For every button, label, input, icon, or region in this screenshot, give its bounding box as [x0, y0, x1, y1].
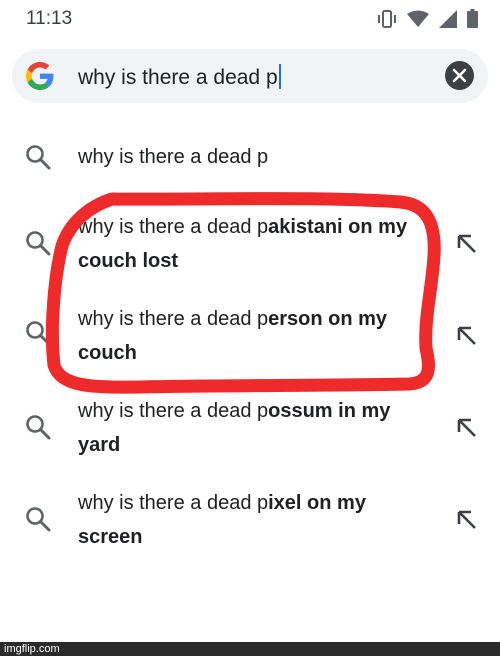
- suggestion-item[interactable]: why is there a dead possum in my yard: [0, 392, 500, 464]
- watermark-bar: imgflip.com: [0, 642, 500, 656]
- suggestion-text: why is there a dead pakistani on my couc…: [78, 216, 408, 272]
- search-icon: [26, 415, 51, 440]
- suggestion-item[interactable]: why is there a dead p: [0, 138, 500, 178]
- arrow-up-left-icon[interactable]: [455, 324, 479, 348]
- arrow-up-left-icon[interactable]: [455, 232, 479, 256]
- search-icon: [26, 507, 51, 532]
- signal-icon: [439, 9, 457, 28]
- search-input[interactable]: why is there a dead p: [78, 64, 281, 90]
- suggestion-item[interactable]: why is there a dead person on my couch: [0, 300, 500, 372]
- google-logo: [26, 62, 54, 90]
- search-icon: [26, 321, 51, 346]
- suggestion-text: why is there a dead possum in my yard: [78, 400, 391, 456]
- clear-button[interactable]: [445, 61, 474, 90]
- suggestion-text: why is there a dead person on my couch: [78, 308, 388, 364]
- search-query: why is there a dead p: [78, 66, 278, 89]
- arrow-up-left-icon[interactable]: [455, 508, 479, 532]
- close-icon: [452, 68, 467, 83]
- suggestion-item[interactable]: why is there a dead pakistani on my couc…: [0, 208, 500, 280]
- suggestion-text: why is there a dead p: [78, 146, 269, 168]
- arrow-up-left-icon[interactable]: [455, 416, 479, 440]
- search-bar[interactable]: why is there a dead p: [12, 49, 488, 103]
- text-caret: [278, 64, 281, 89]
- suggestion-item[interactable]: why is there a dead pixel on my screen: [0, 484, 500, 556]
- wifi-icon: [407, 10, 429, 27]
- search-icon: [26, 231, 51, 256]
- search-icon: [26, 145, 51, 170]
- battery-icon: [467, 9, 478, 28]
- suggestion-text: why is there a dead pixel on my screen: [78, 492, 366, 548]
- watermark: imgflip.com: [4, 643, 60, 655]
- status-icons: [377, 9, 478, 28]
- status-bar: 11:13: [0, 0, 500, 38]
- vibrate-icon: [378, 9, 396, 28]
- status-time: 11:13: [26, 8, 73, 29]
